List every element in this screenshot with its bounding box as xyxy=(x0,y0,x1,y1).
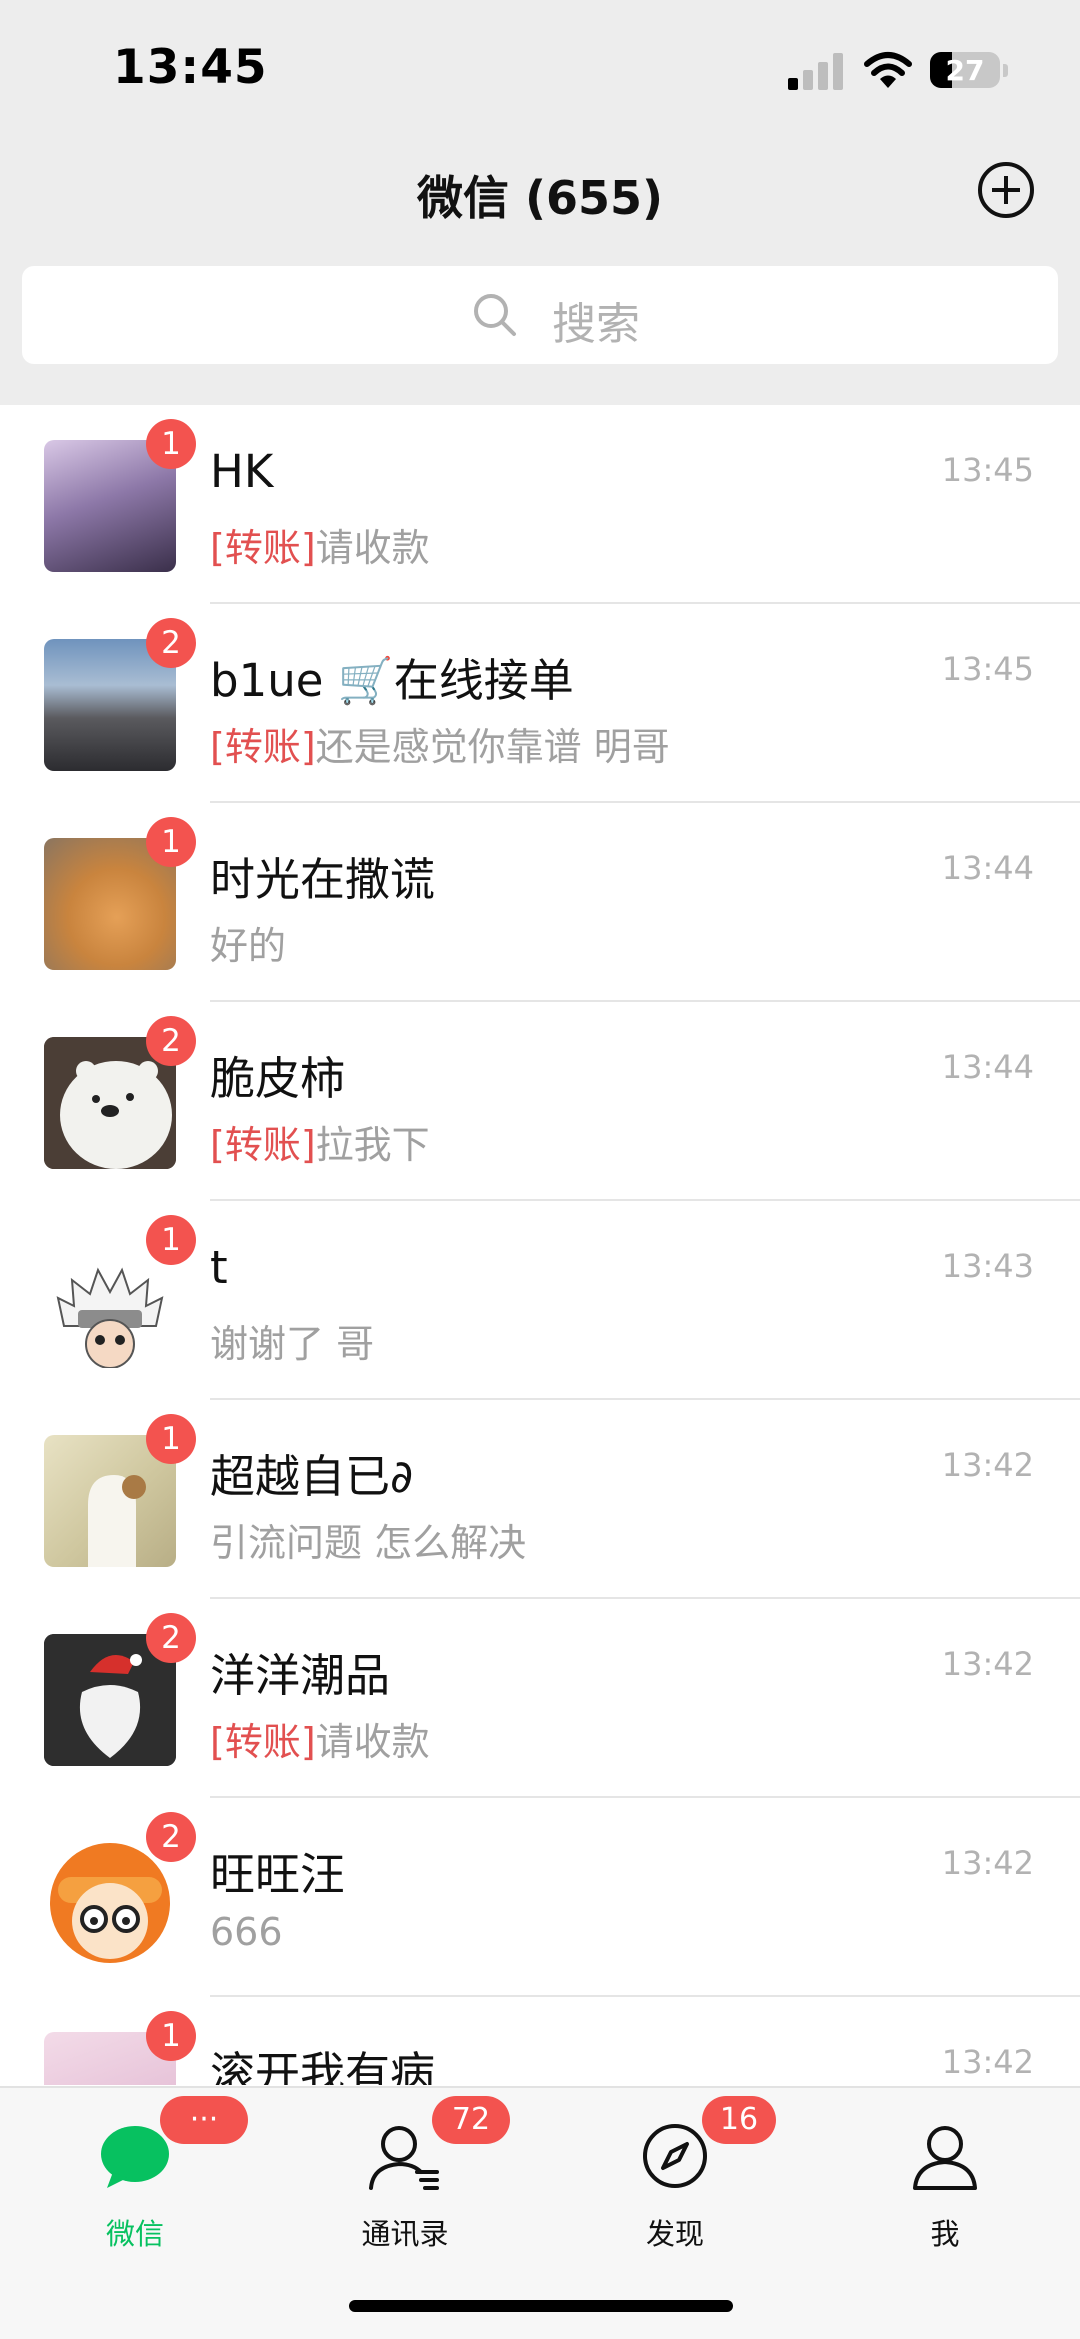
battery-icon: 27 xyxy=(930,52,1000,88)
battery-level: 27 xyxy=(945,54,985,87)
preview-text: 拉我下 xyxy=(315,1123,430,1167)
transfer-tag: [转账] xyxy=(210,526,316,570)
chat-name: t xyxy=(210,1241,228,1294)
chat-item-wangwang[interactable]: 2 旺旺汪 13:42 666 xyxy=(0,1798,1080,1997)
unread-badge: 1 xyxy=(146,2011,196,2061)
chat-name: 滚开我有病 xyxy=(210,2047,436,2085)
chat-preview: [转账]请收款 xyxy=(210,517,430,572)
preview-text: 谢谢了 哥 xyxy=(210,1322,375,1366)
home-indicator[interactable] xyxy=(349,2300,733,2312)
person-icon xyxy=(913,2126,977,2190)
chat-name: HK xyxy=(210,445,274,498)
chat-item-yangyang[interactable]: 2 洋洋潮品 13:42 [转账]请收款 xyxy=(0,1599,1080,1798)
unread-badge: 2 xyxy=(146,618,196,668)
preview-text: 好的 xyxy=(210,924,287,968)
tab-chats[interactable]: ··· 微信 xyxy=(0,2088,270,2288)
chat-item-gunkai[interactable]: 1 滚开我有病 13:42 xyxy=(0,1997,1080,2085)
preview-text: 还是感觉你靠谱 明哥 xyxy=(315,725,670,769)
unread-badge: 2 xyxy=(146,1613,196,1663)
chat-name: 时光在撒谎 xyxy=(210,853,436,906)
chat-name: 超越自已∂ xyxy=(210,1450,414,1503)
chat-time: 13:42 xyxy=(941,2043,1034,2081)
transfer-tag: [转账] xyxy=(210,725,316,769)
tab-label: 发现 xyxy=(645,2217,704,2251)
search-input[interactable]: 搜索 xyxy=(22,266,1058,364)
chat-preview: [转账]请收款 xyxy=(210,1711,430,1766)
preview-text: 请收款 xyxy=(315,1720,430,1764)
chat-time: 13:45 xyxy=(941,650,1034,688)
transfer-tag: [转账] xyxy=(210,1720,316,1764)
tab-discover[interactable]: 16 发现 xyxy=(540,2088,810,2288)
chat-preview: 666 xyxy=(210,1910,283,1954)
chat-item-t[interactable]: 1 t 13:43 谢谢了 哥 xyxy=(0,1201,1080,1400)
preview-text: 引流问题 怎么解决 xyxy=(210,1521,527,1565)
status-bar: 13:45 27 xyxy=(0,0,1080,140)
chat-time: 13:42 xyxy=(941,1446,1034,1484)
chat-preview: 谢谢了 哥 xyxy=(210,1313,374,1368)
unread-badge: 2 xyxy=(146,1016,196,1066)
top-area: 13:45 27 微信 (655) 搜索 xyxy=(0,0,1080,405)
tab-badge: 72 xyxy=(432,2096,510,2144)
unread-badge: 2 xyxy=(146,1812,196,1862)
wifi-icon xyxy=(864,52,912,88)
tab-contacts[interactable]: 72 通讯录 xyxy=(270,2088,540,2288)
transfer-tag: [转账] xyxy=(210,1123,316,1167)
chat-preview: 好的 xyxy=(210,915,286,970)
search-placeholder: 搜索 xyxy=(552,299,640,350)
tab-me[interactable]: 我 xyxy=(810,2088,1080,2288)
chat-preview: [转账]还是感觉你靠谱 明哥 xyxy=(210,716,670,771)
tab-label: 通讯录 xyxy=(361,2217,449,2251)
battery-tip xyxy=(1003,64,1008,77)
page-title: 微信 (655) xyxy=(416,171,664,225)
tab-badge: ··· xyxy=(160,2096,248,2144)
unread-badge: 1 xyxy=(146,419,196,469)
chat-item-chaoyue[interactable]: 1 超越自已∂ 13:42 引流问题 怎么解决 xyxy=(0,1400,1080,1599)
unread-badge: 1 xyxy=(146,1414,196,1464)
chat-name: b1ue 🛒在线接单 xyxy=(210,654,574,707)
tab-label: 微信 xyxy=(105,2217,164,2251)
chat-time: 13:44 xyxy=(941,849,1034,887)
preview-text: 666 xyxy=(210,1910,283,1954)
chat-time: 13:42 xyxy=(941,1645,1034,1683)
chat-time: 13:42 xyxy=(941,1844,1034,1882)
chat-item-hk[interactable]: 1 HK 13:45 [转账]请收款 xyxy=(0,405,1080,604)
add-button[interactable] xyxy=(978,162,1034,218)
search-icon xyxy=(474,294,516,336)
chat-preview: [转账]拉我下 xyxy=(210,1114,430,1169)
preview-text: 请收款 xyxy=(315,526,430,570)
chat-time: 13:45 xyxy=(941,451,1034,489)
chat-list: 1 HK 13:45 [转账]请收款 2 b1ue 🛒在线接单 13:45 [转… xyxy=(0,405,1080,2085)
unread-badge: 1 xyxy=(146,1215,196,1265)
chat-item-cuipishi[interactable]: 2 脆皮柿 13:44 [转账]拉我下 xyxy=(0,1002,1080,1201)
chat-time: 13:43 xyxy=(941,1247,1034,1285)
chat-name: 洋洋潮品 xyxy=(210,1649,391,1702)
chat-item-b1ue[interactable]: 2 b1ue 🛒在线接单 13:45 [转账]还是感觉你靠谱 明哥 xyxy=(0,604,1080,803)
chat-time: 13:44 xyxy=(941,1048,1034,1086)
unread-badge: 1 xyxy=(146,817,196,867)
signal-icon xyxy=(788,52,846,90)
chat-item-shiguang[interactable]: 1 时光在撒谎 13:44 好的 xyxy=(0,803,1080,1002)
chat-preview: 引流问题 怎么解决 xyxy=(210,1512,526,1567)
tab-badge: 16 xyxy=(702,2096,776,2144)
chat-name: 旺旺汪 xyxy=(210,1848,346,1901)
tab-label: 我 xyxy=(930,2217,960,2251)
status-time: 13:45 xyxy=(113,40,268,95)
chat-name: 脆皮柿 xyxy=(210,1052,346,1105)
